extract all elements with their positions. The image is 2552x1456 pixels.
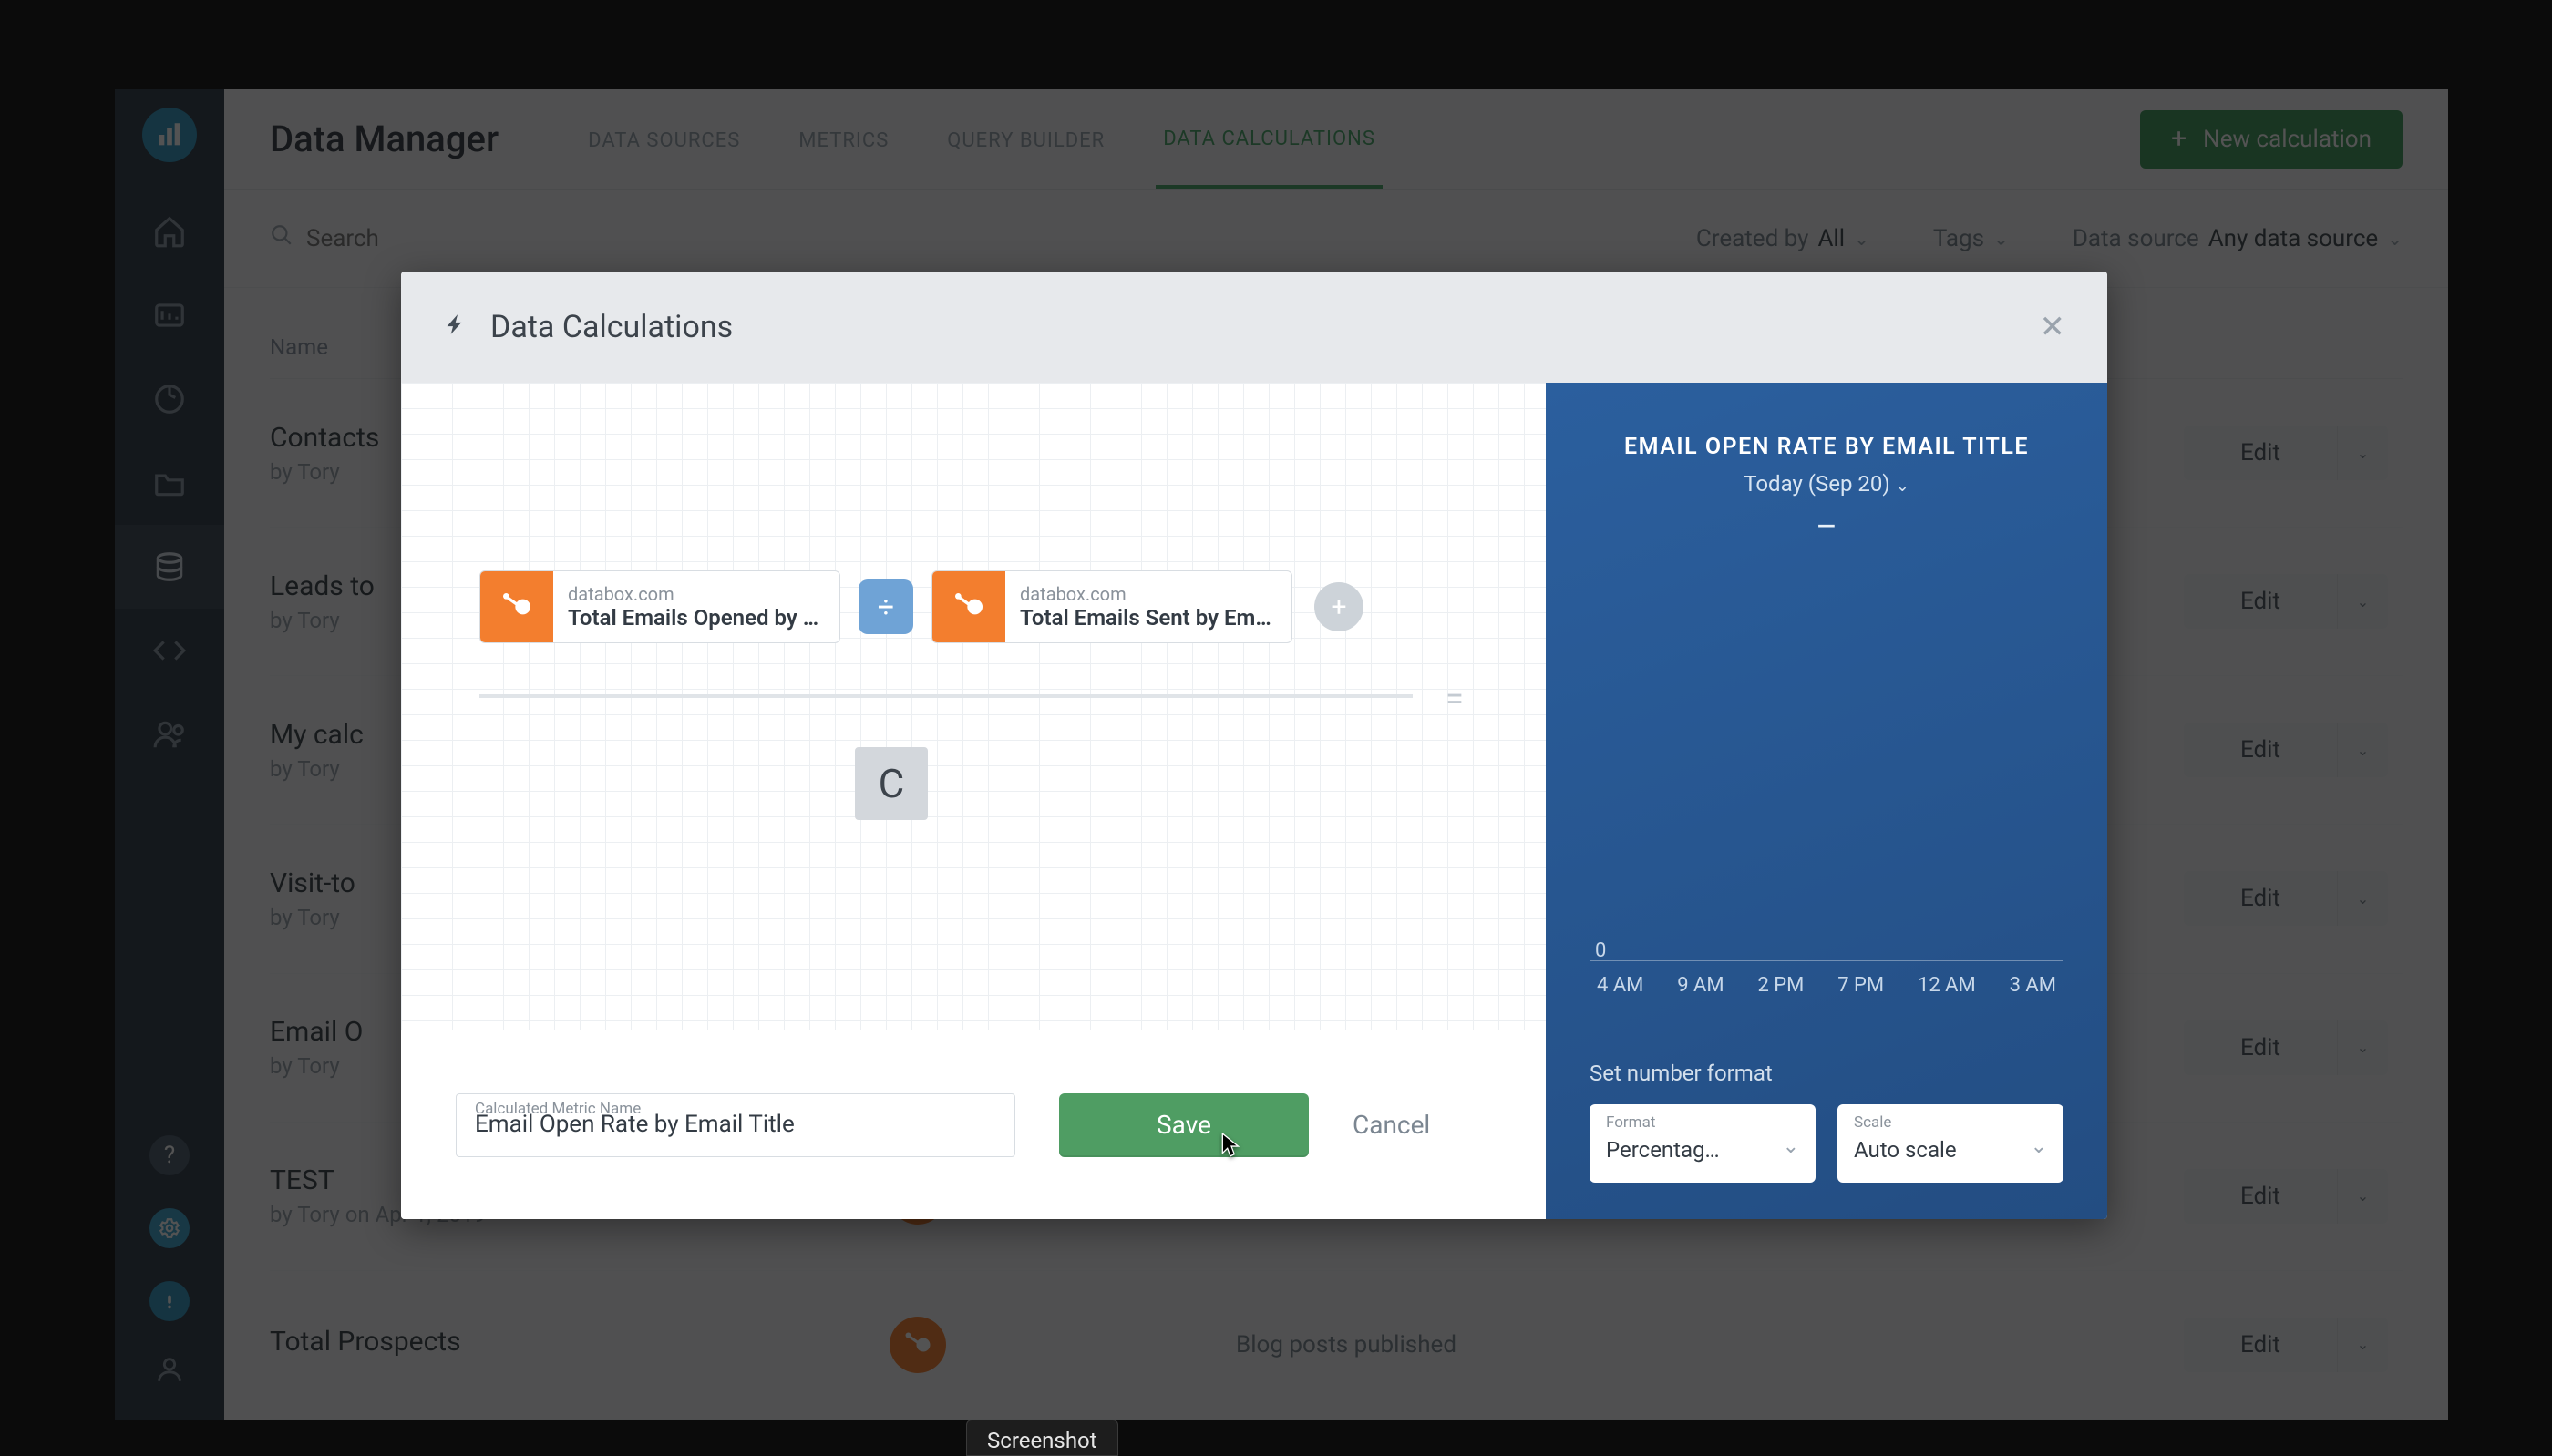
preview-title: EMAIL OPEN RATE BY EMAIL TITLE xyxy=(1590,434,2063,460)
preview-date-range[interactable]: Today (Sep 20)⌄ xyxy=(1590,471,2063,497)
calculated-metric-name-field[interactable]: Calculated Metric Name xyxy=(456,1093,1015,1157)
save-button[interactable]: Save xyxy=(1059,1093,1309,1157)
equals-icon: = xyxy=(1446,680,1464,718)
close-icon[interactable]: ✕ xyxy=(2040,309,2066,345)
preview-value: – xyxy=(1590,508,2063,546)
add-operator-button[interactable]: + xyxy=(1314,582,1363,631)
formula-row: databox.com Total Emails Opened by E… ÷ … xyxy=(479,570,1363,643)
metric-chip-a[interactable]: databox.com Total Emails Opened by E… xyxy=(479,570,840,643)
hubspot-icon xyxy=(932,571,1005,642)
chevron-down-icon: ⌄ xyxy=(1896,477,1909,496)
preview-panel: EMAIL OPEN RATE BY EMAIL TITLE Today (Se… xyxy=(1546,383,2107,1219)
preview-chart: 0 xyxy=(1590,573,2063,961)
x-axis-labels: 4 AM 9 AM 2 PM 7 PM 12 AM 3 AM xyxy=(1590,974,2063,997)
y-axis-zero: 0 xyxy=(1595,939,1606,962)
builder-footer: Calculated Metric Name Save Cancel xyxy=(401,1030,1546,1219)
operator-chip[interactable]: ÷ xyxy=(859,579,913,634)
scale-select[interactable]: Scale Auto scale ⌄ xyxy=(1837,1104,2063,1183)
hubspot-icon xyxy=(480,571,553,642)
result-placeholder[interactable]: C xyxy=(855,747,928,820)
bolt-icon xyxy=(441,313,469,343)
data-calculations-modal: Data Calculations ✕ databox.com Total Em… xyxy=(401,272,2107,1219)
formula-divider xyxy=(479,694,1413,698)
screenshot-tooltip: Screenshot xyxy=(966,1420,1118,1456)
modal-title: Data Calculations xyxy=(490,309,733,345)
cancel-button[interactable]: Cancel xyxy=(1353,1110,1430,1140)
format-select[interactable]: Format Percentag… ⌄ xyxy=(1590,1104,1816,1183)
chevron-down-icon: ⌄ xyxy=(2031,1135,2047,1158)
set-number-format-label: Set number format xyxy=(1590,1061,2063,1086)
app-window: ? Data Manager DATA SOURCES METRICS QUER… xyxy=(115,89,2448,1420)
chevron-down-icon: ⌄ xyxy=(1783,1135,1799,1158)
formula-builder: databox.com Total Emails Opened by E… ÷ … xyxy=(401,383,1546,1219)
modal-header: Data Calculations ✕ xyxy=(401,272,2107,383)
metric-chip-b[interactable]: databox.com Total Emails Sent by Ema… xyxy=(931,570,1292,643)
